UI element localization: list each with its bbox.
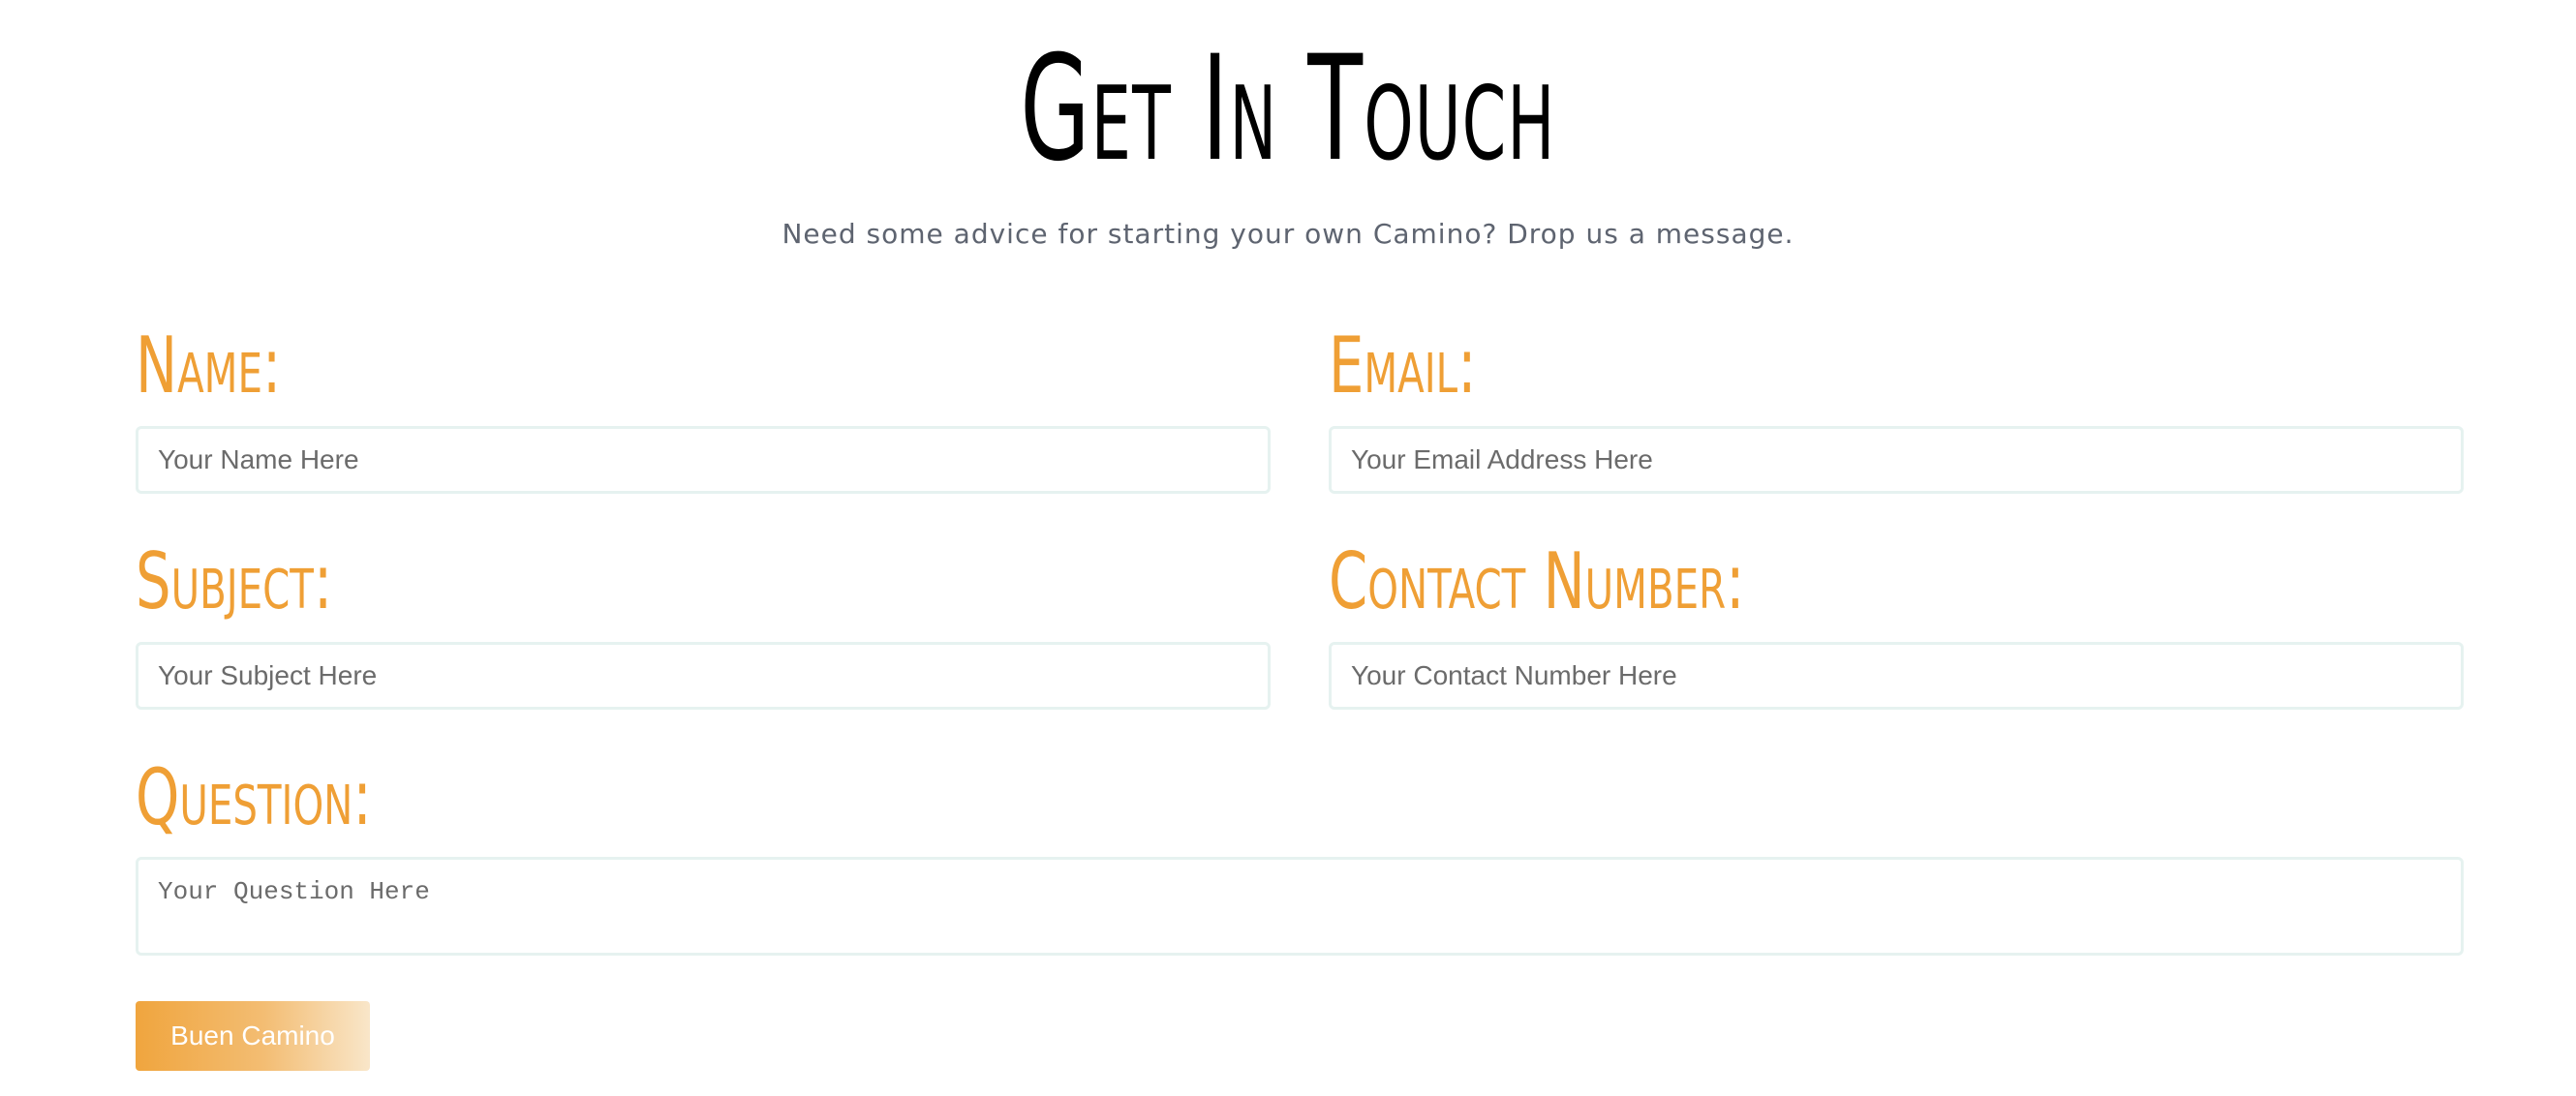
- subject-label: Subject:: [136, 536, 333, 626]
- email-label: Email:: [1329, 320, 1477, 411]
- name-field-group: Name:: [136, 320, 338, 412]
- email-field-group: Email:: [1329, 320, 1534, 412]
- question-label: Question:: [136, 752, 372, 842]
- contact-page: Get In Touch Need some advice for starti…: [0, 0, 2576, 1096]
- contact-number-input[interactable]: [1329, 642, 2464, 710]
- subject-input[interactable]: [136, 642, 1271, 710]
- page-subtitle: Need some advice for starting your own C…: [782, 218, 1794, 250]
- submit-button[interactable]: Buen Camino: [136, 1001, 370, 1071]
- question-field-group: Question:: [136, 751, 464, 844]
- contact-number-label: Contact Number:: [1329, 536, 1745, 626]
- name-label: Name:: [136, 320, 282, 411]
- subject-field-group: Subject:: [136, 535, 409, 628]
- contact-number-field-group: Contact Number:: [1329, 535, 1907, 628]
- page-title: Get In Touch: [1020, 25, 1556, 194]
- email-input[interactable]: [1329, 426, 2464, 494]
- question-textarea[interactable]: [136, 857, 2464, 956]
- name-input[interactable]: [136, 426, 1271, 494]
